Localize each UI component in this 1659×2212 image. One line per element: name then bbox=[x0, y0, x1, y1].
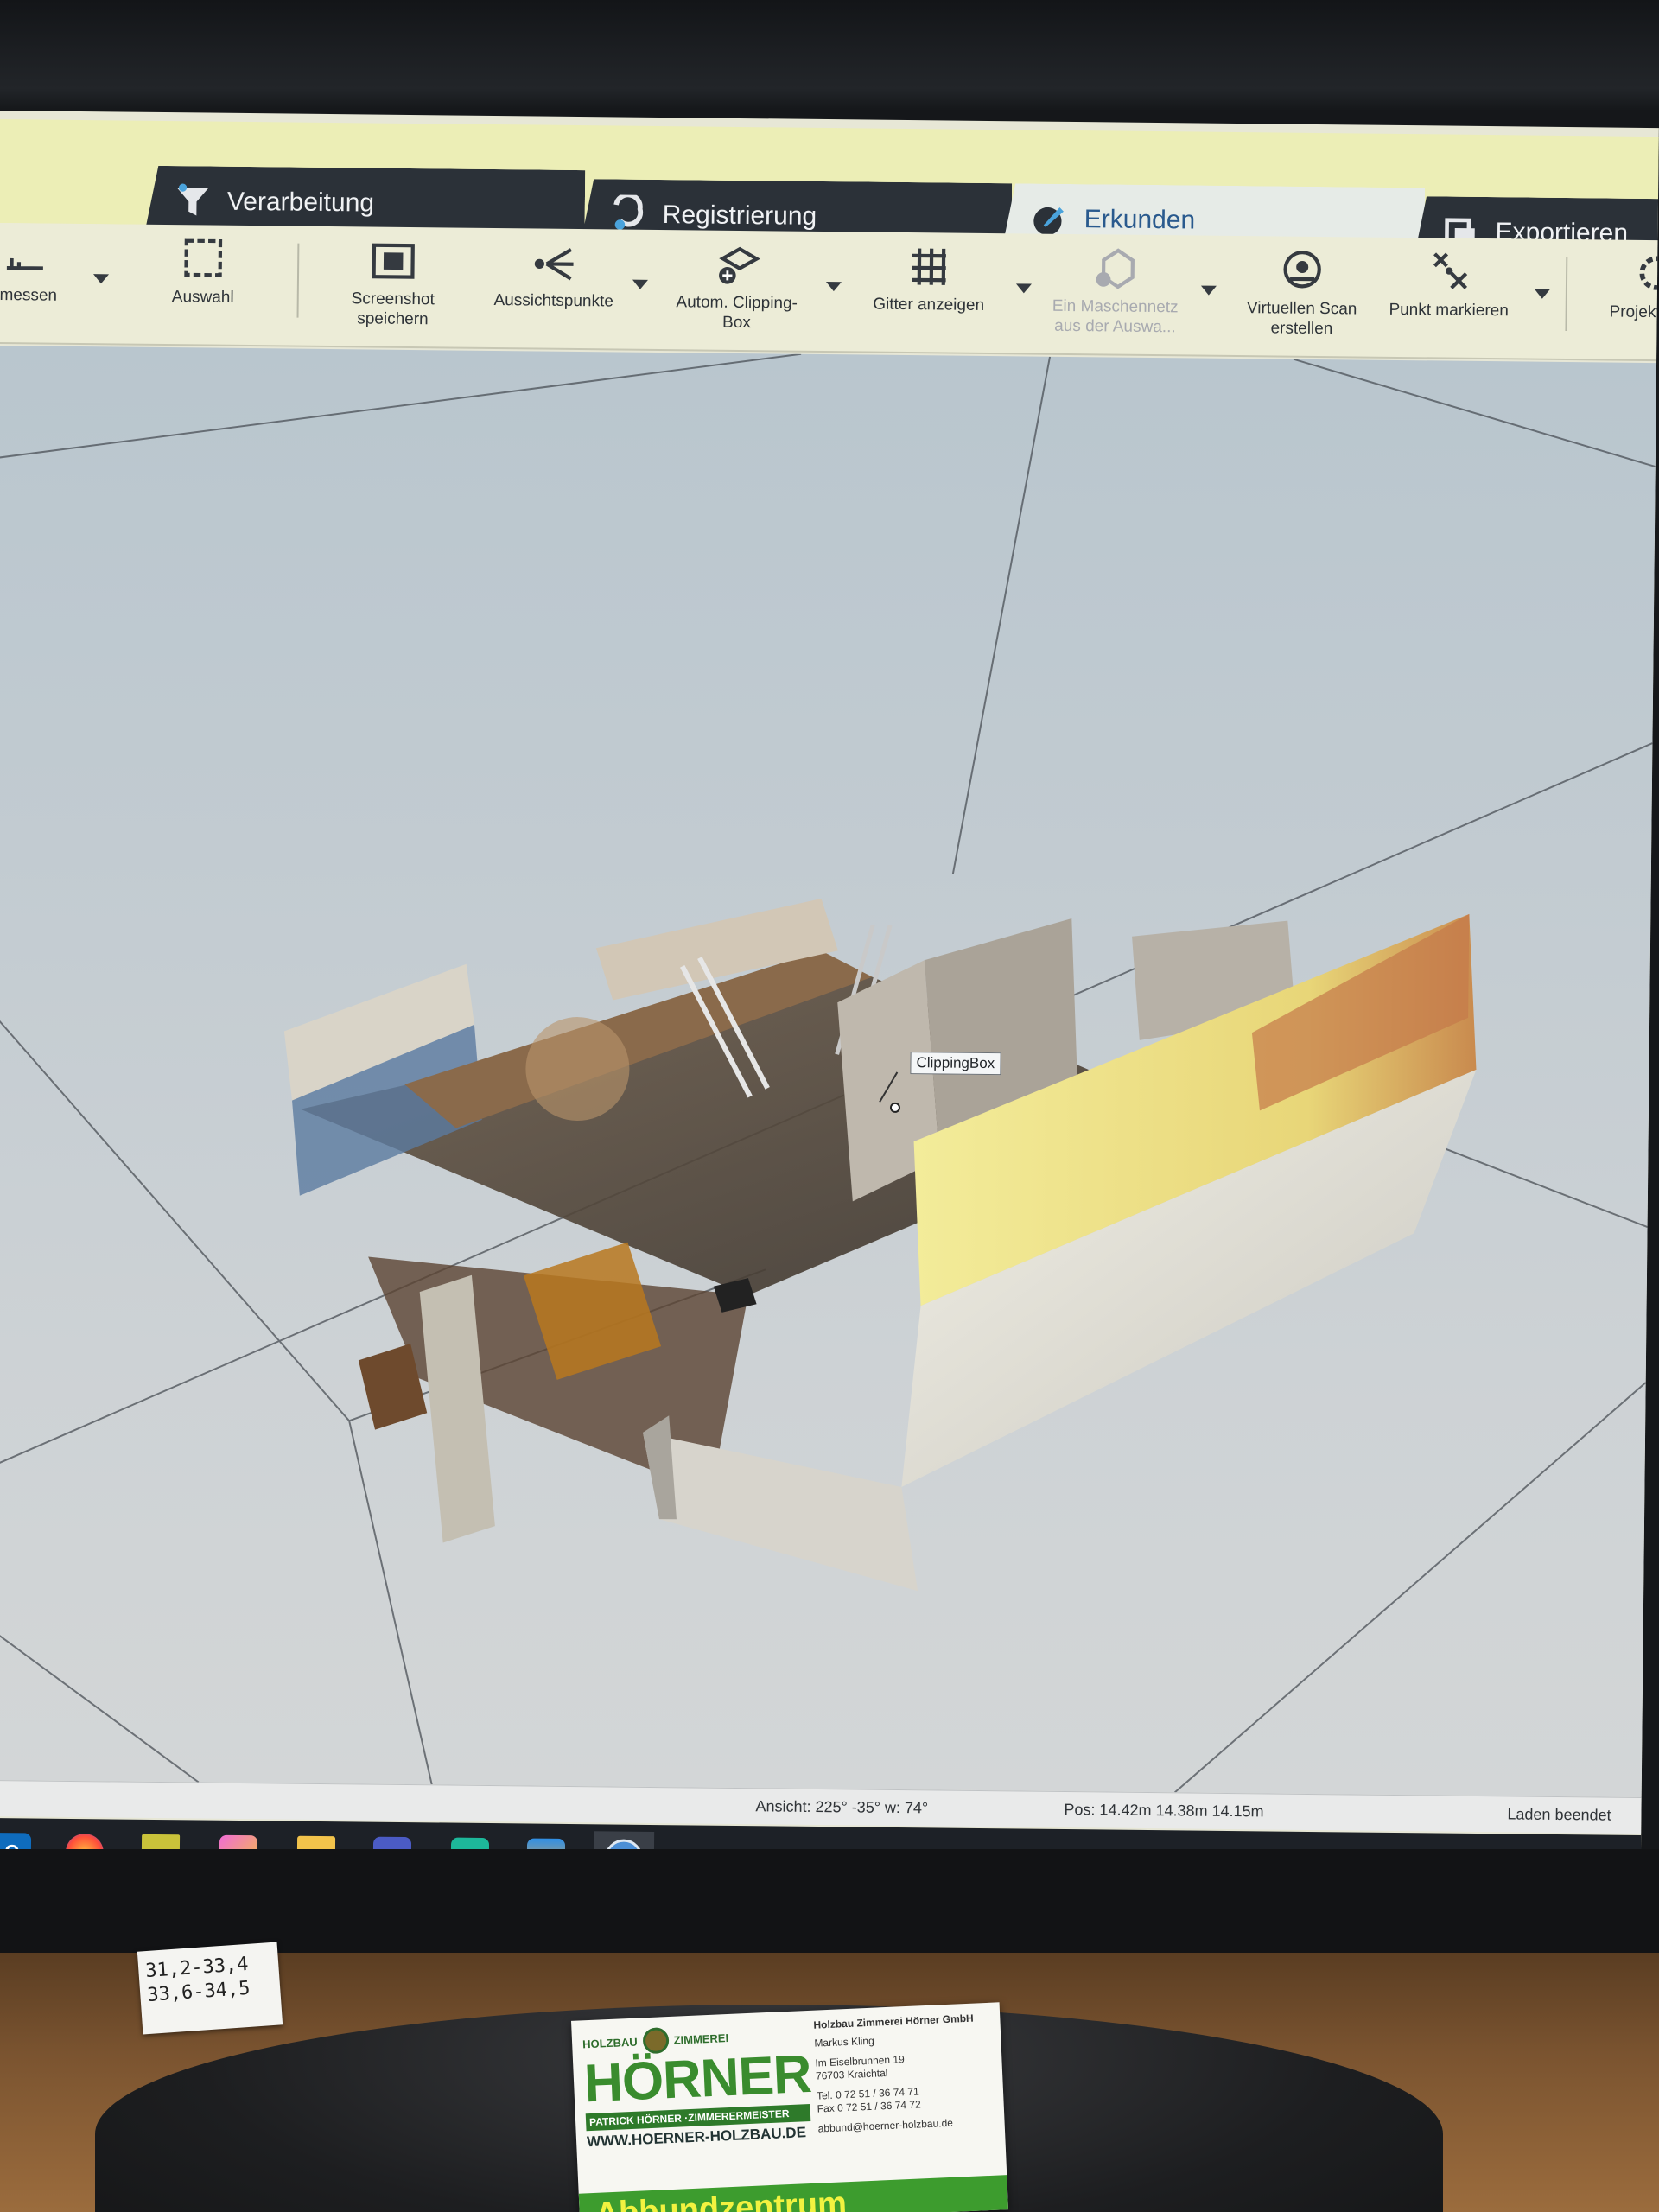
mark-point-button[interactable]: Punkt markieren bbox=[1375, 246, 1522, 360]
card-company: Holzbau Zimmerei Hörner GmbH bbox=[813, 2012, 974, 2031]
card-email: abbund@hoerner-holzbau.de bbox=[817, 2116, 954, 2135]
ribbon-separator bbox=[296, 243, 300, 318]
project-point-label: Projektpu bbox=[1609, 302, 1659, 322]
clipping-box-handle[interactable] bbox=[889, 1102, 901, 1113]
3d-viewport[interactable]: ClippingBox bbox=[0, 345, 1657, 1797]
measure-button[interactable]: messen bbox=[0, 231, 103, 345]
clipping-box-icon bbox=[719, 246, 760, 284]
screenshot-button[interactable]: Screenshot speichern bbox=[319, 235, 467, 349]
tab-label: Erkunden bbox=[1084, 205, 1196, 235]
card-banner: Abbundzentrum bbox=[578, 2175, 1008, 2212]
mark-point-icon bbox=[1433, 252, 1468, 289]
virtual-scan-button[interactable]: Virtuellen Scan erstellen bbox=[1228, 245, 1376, 359]
point-cloud-model[interactable] bbox=[259, 893, 1496, 1787]
viewpoints-dropdown-icon[interactable] bbox=[632, 279, 648, 289]
create-mesh-button[interactable]: Ein Maschennetz aus der Auswa... bbox=[1041, 243, 1189, 357]
tab-label: Verarbeitung bbox=[226, 187, 375, 218]
measure-dropdown-icon[interactable] bbox=[92, 274, 110, 284]
mesh-icon bbox=[1096, 248, 1135, 289]
show-grid-label: Gitter anzeigen bbox=[873, 295, 985, 315]
ribbon-separator bbox=[1565, 256, 1568, 332]
camera-icon bbox=[372, 243, 415, 279]
screenshot-label: Screenshot speichern bbox=[351, 289, 435, 329]
monitor-screen: Verarbeitung Registrierung Erkunden Expo… bbox=[0, 111, 1659, 1886]
tab-label: Registrierung bbox=[662, 200, 817, 231]
grid-dropdown-icon[interactable] bbox=[1015, 283, 1032, 294]
view-angle-readout: Ansicht: 225° -35° w: 74° bbox=[755, 1797, 929, 1817]
selection-button[interactable]: Auswahl bbox=[129, 233, 276, 347]
selection-label: Auswahl bbox=[171, 288, 234, 307]
ruler-icon bbox=[6, 257, 43, 270]
selection-icon bbox=[184, 238, 223, 277]
show-grid-button[interactable]: Gitter anzeigen bbox=[855, 240, 1002, 354]
mesh-dropdown-icon[interactable] bbox=[1200, 285, 1217, 296]
loading-status: Laden beendet bbox=[1507, 1805, 1611, 1824]
sticky-note: 31,2-33,4 33,6-34,5 bbox=[137, 1942, 283, 2035]
viewpoints-button[interactable]: Aussichtspunkte bbox=[480, 237, 627, 351]
viewpoints-icon bbox=[534, 248, 574, 281]
card-brand: HÖRNER bbox=[582, 2044, 813, 2114]
business-card: HOLZBAU ZIMMEREI HÖRNER PATRICK HÖRNER ·… bbox=[571, 2002, 1008, 2212]
viewpoints-label: Aussichtspunkte bbox=[493, 290, 614, 311]
ribbon-toolbar: messen Auswahl Screenshot speichern Auss… bbox=[0, 222, 1659, 362]
clipping-dropdown-icon[interactable] bbox=[825, 282, 842, 292]
card-tag-right: ZIMMEREI bbox=[673, 2031, 729, 2047]
grid-icon bbox=[912, 248, 946, 285]
project-point-button[interactable]: Projektpu bbox=[1570, 248, 1659, 362]
clipping-box-label[interactable]: ClippingBox bbox=[910, 1052, 1001, 1076]
funnel-icon bbox=[170, 179, 216, 225]
auto-clipping-box-button[interactable]: Autom. Clipping-Box bbox=[663, 238, 810, 353]
create-mesh-label: Ein Maschennetz aus der Auswa... bbox=[1052, 296, 1179, 337]
auto-clipping-box-label: Autom. Clipping-Box bbox=[676, 293, 798, 333]
measure-label: messen bbox=[0, 286, 58, 305]
virtual-scan-label: Virtuellen Scan erstellen bbox=[1246, 299, 1357, 339]
mark-point-dropdown-icon[interactable] bbox=[1534, 289, 1550, 299]
card-tag-left: HOLZBAU bbox=[582, 2035, 638, 2050]
ribbon-tab-bar: Verarbeitung Registrierung Erkunden Expo… bbox=[0, 118, 1659, 240]
gear-icon bbox=[1639, 256, 1659, 290]
mark-point-label: Punkt markieren bbox=[1389, 300, 1509, 321]
position-readout: Pos: 14.42m 14.38m 14.15m bbox=[1064, 1801, 1264, 1821]
virtual-scan-icon bbox=[1283, 251, 1321, 289]
card-person: Markus Kling bbox=[814, 2034, 874, 2050]
